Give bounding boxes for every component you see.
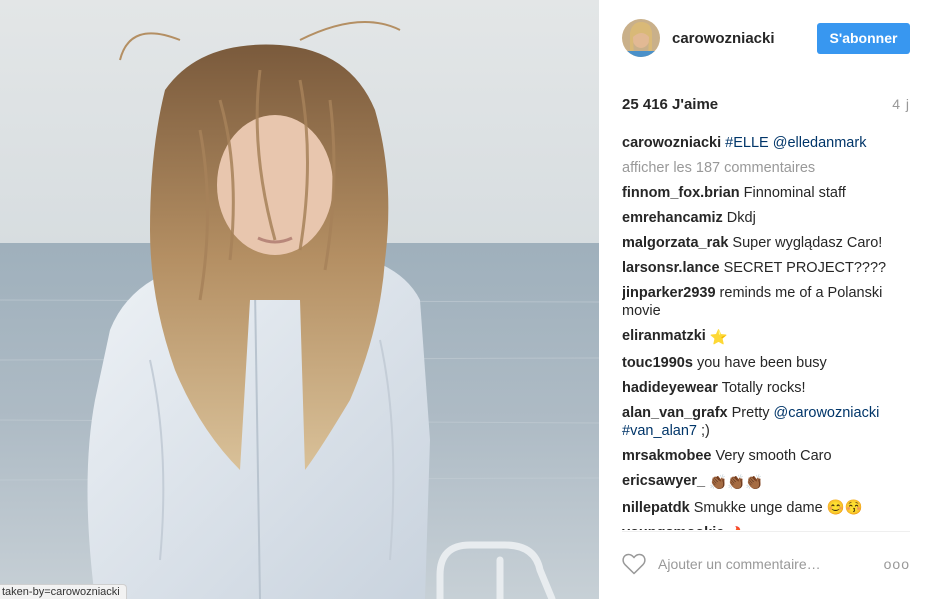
comment-author[interactable]: youngsmookie xyxy=(622,525,724,530)
comment-text: SECRET PROJECT???? xyxy=(723,260,887,276)
heart-outline-icon[interactable] xyxy=(622,553,646,575)
caption-hashtag[interactable]: #ELLE xyxy=(725,135,769,151)
comment-mention[interactable]: @carowozniacki xyxy=(774,405,880,421)
comments-list[interactable]: carowozniacki #ELLE @elledanmark affiche… xyxy=(622,134,912,530)
post-photo[interactable]: taken-by=carowozniacki xyxy=(0,0,599,599)
comment-item: emrehancamiz Dkdj xyxy=(622,209,912,227)
comment-author[interactable]: touc1990s xyxy=(622,355,693,371)
comment-item: hadideyewear Totally rocks! xyxy=(622,379,912,397)
comment-item: touc1990s you have been busy xyxy=(622,354,912,372)
likes-count[interactable]: 25 416 J'aime xyxy=(622,96,718,113)
username[interactable]: carowozniacki xyxy=(672,30,817,47)
comment-text: Finnominal staff xyxy=(743,185,846,201)
comment-item: mrsakmobee Very smooth Caro xyxy=(622,447,912,465)
profile-picture-icon xyxy=(622,19,660,57)
comment-item: youngsmookie 🔥 xyxy=(622,524,912,530)
star-emoji-icon: ⭐ xyxy=(709,330,728,346)
comment-author[interactable]: eliranmatzki xyxy=(622,328,706,344)
comment-author[interactable]: jinparker2939 xyxy=(622,285,716,301)
comment-author[interactable]: nillepatdk xyxy=(622,500,690,516)
follow-button[interactable]: S'abonner xyxy=(817,22,910,54)
comment-item: alan_van_grafx Pretty @carowozniacki #va… xyxy=(622,404,912,440)
comment-item: malgorzata_rak Super wyglądasz Caro! xyxy=(622,234,912,252)
comment-author[interactable]: hadideyewear xyxy=(622,380,718,396)
woman-on-boat-photo xyxy=(0,0,599,599)
comment-text: Super wyglądasz Caro! xyxy=(732,235,883,251)
more-options-icon[interactable]: ooo xyxy=(884,556,910,572)
comment-text: you have been busy xyxy=(696,355,827,371)
comment-author[interactable]: emrehancamiz xyxy=(622,210,723,226)
comment-text: Smukke unge dame 😊😚 xyxy=(693,500,863,516)
caption: carowozniacki #ELLE @elledanmark xyxy=(622,134,912,152)
add-comment-input[interactable] xyxy=(658,556,884,572)
fire-emoji-icon: 🔥 xyxy=(728,526,746,530)
comment-item: eliranmatzki ⭐ xyxy=(622,327,912,347)
comment-author[interactable]: malgorzata_rak xyxy=(622,235,728,251)
comment-text: Dkdj xyxy=(726,210,756,226)
comment-author[interactable]: ericsawyer_ xyxy=(622,473,705,489)
post-stats: 25 416 J'aime 4 j xyxy=(622,96,910,113)
comment-text: Very smooth Caro xyxy=(715,448,832,464)
comment-suffix: ;) xyxy=(701,423,710,439)
comment-author[interactable]: finnom_fox.brian xyxy=(622,185,740,201)
browser-status-bar: taken-by=carowozniacki xyxy=(0,584,127,599)
comment-author[interactable]: mrsakmobee xyxy=(622,448,711,464)
post-time[interactable]: 4 j xyxy=(892,96,910,113)
caption-author[interactable]: carowozniacki xyxy=(622,135,721,151)
view-all-comments-link[interactable]: afficher les 187 commentaires xyxy=(622,159,912,177)
comment-item: ericsawyer_ 👏🏾👏🏾👏🏾 xyxy=(622,472,912,492)
comment-item: jinparker2939 reminds me of a Polanski m… xyxy=(622,284,912,320)
caption-mention[interactable]: @elledanmark xyxy=(773,135,867,151)
post-details-panel: carowozniacki S'abonner 25 416 J'aime 4 … xyxy=(599,0,934,599)
divider xyxy=(622,531,910,532)
clapping-hands-emoji-icon: 👏🏾👏🏾👏🏾 xyxy=(709,475,764,491)
comment-item: larsonsr.lance SECRET PROJECT???? xyxy=(622,259,912,277)
like-heart-svg xyxy=(622,553,646,575)
avatar[interactable] xyxy=(622,19,660,57)
comment-text: Totally rocks! xyxy=(721,380,806,396)
comment-hashtag[interactable]: #van_alan7 xyxy=(622,423,697,439)
comment-author[interactable]: larsonsr.lance xyxy=(622,260,720,276)
comment-item: finnom_fox.brian Finnominal staff xyxy=(622,184,912,202)
comment-author[interactable]: alan_van_grafx xyxy=(622,405,728,421)
add-comment-bar: ooo xyxy=(622,553,910,575)
post-header: carowozniacki S'abonner xyxy=(622,18,910,58)
comment-text: Pretty xyxy=(731,405,770,421)
comment-item: nillepatdk Smukke unge dame 😊😚 xyxy=(622,499,912,517)
